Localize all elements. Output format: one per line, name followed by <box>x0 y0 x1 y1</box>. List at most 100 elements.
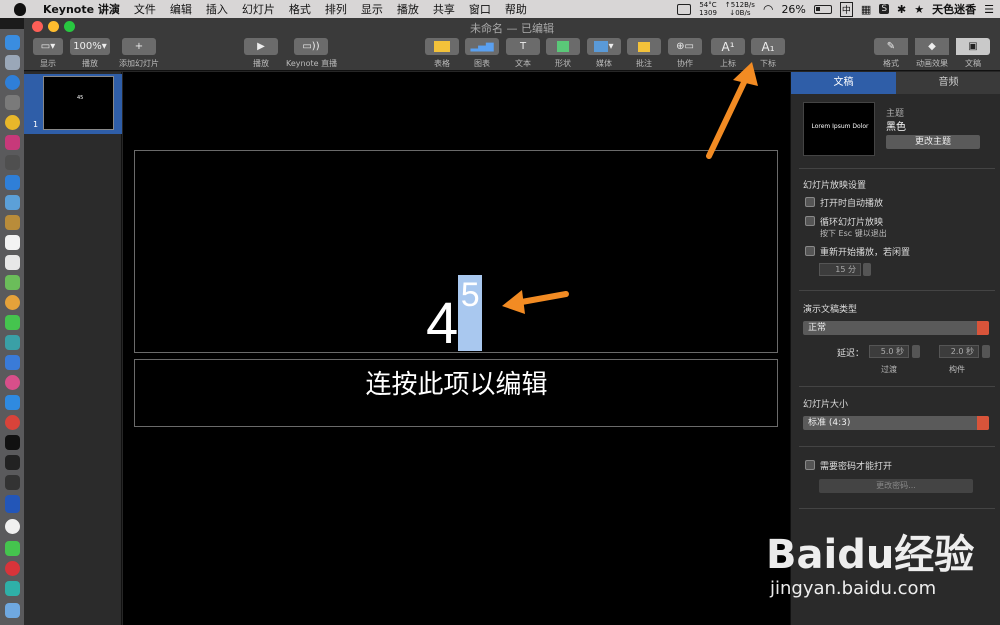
change-theme-button[interactable]: 更改主题 <box>886 135 980 149</box>
menu-arrange[interactable]: 排列 <box>318 1 354 17</box>
bluetooth-icon[interactable]: ✱ <box>897 3 906 16</box>
appstore-icon[interactable] <box>5 395 20 410</box>
add-slide-label: 添加幻灯片 <box>119 59 159 68</box>
menu-window[interactable]: 窗口 <box>462 1 498 17</box>
change-password-button[interactable]: 更改密码... <box>819 479 973 493</box>
autoplay-checkbox[interactable] <box>805 197 815 207</box>
calculator-icon[interactable] <box>5 155 20 170</box>
wechat-icon[interactable] <box>5 541 20 556</box>
qq-icon[interactable] <box>5 581 20 596</box>
animate-button[interactable]: ◆ <box>915 38 949 55</box>
idle-time-stepper[interactable] <box>863 263 871 276</box>
menu-share[interactable]: 共享 <box>426 1 462 17</box>
messages-icon[interactable] <box>5 315 20 330</box>
menu-format[interactable]: 格式 <box>282 1 318 17</box>
s-app-icon[interactable]: S <box>879 4 890 14</box>
menu-insert[interactable]: 插入 <box>199 1 235 17</box>
presentation-type-select[interactable]: 正常 <box>803 321 989 335</box>
preview-icon[interactable] <box>5 195 20 210</box>
keynote-icon[interactable] <box>5 355 20 370</box>
document-button[interactable]: ▣ <box>956 38 990 55</box>
music-icon[interactable] <box>5 135 20 150</box>
divider <box>799 386 995 387</box>
transition-delay-field[interactable]: 5.0 秒 <box>869 345 909 358</box>
superscript-button[interactable]: A¹ <box>711 38 745 55</box>
user-name[interactable]: 天色迷香 <box>932 1 976 17</box>
photos-icon[interactable] <box>5 295 20 310</box>
play-button[interactable]: ▶ <box>244 38 278 55</box>
activity-monitor-icon[interactable] <box>5 455 20 470</box>
menu-file[interactable]: 文件 <box>127 1 163 17</box>
keynote-live-button[interactable]: ▭)) <box>294 38 328 55</box>
vivaldi-icon[interactable] <box>5 415 20 430</box>
zoom-select[interactable]: 100% ▾ <box>70 38 110 55</box>
title-text-selected-superscript[interactable]: 5 <box>458 275 483 351</box>
body-placeholder[interactable]: 连按此项以编辑 <box>123 364 790 401</box>
reminders-icon[interactable] <box>5 255 20 270</box>
comment-button[interactable] <box>627 38 661 55</box>
folder-icon[interactable] <box>5 603 20 618</box>
build-delay-stepper[interactable] <box>982 345 990 358</box>
maps-icon[interactable] <box>5 275 20 290</box>
collab-control: ⊕▭ 协作 <box>668 38 702 69</box>
input-method-icon[interactable]: 中 <box>839 1 853 17</box>
console-icon[interactable] <box>5 475 20 490</box>
restart-checkbox[interactable] <box>805 246 815 256</box>
finder-icon[interactable] <box>5 35 20 50</box>
subscript-button[interactable]: A₁ <box>751 38 785 55</box>
wifi-icon[interactable]: ◠ <box>763 2 773 16</box>
password-checkbox[interactable] <box>805 460 815 470</box>
terminal-icon[interactable] <box>5 435 20 450</box>
shape-button[interactable] <box>546 38 580 55</box>
temperature-readout[interactable]: 54°C 1309 <box>699 1 717 17</box>
slide-thumbnail[interactable]: 45 <box>43 76 114 130</box>
itunes-icon[interactable] <box>5 375 20 390</box>
battery-icon[interactable] <box>813 4 832 14</box>
view-button[interactable]: ▭▾ <box>33 38 63 55</box>
chart-button[interactable]: ▂▄▆ <box>465 38 499 55</box>
menu-edit[interactable]: 编辑 <box>163 1 199 17</box>
facetime-icon[interactable] <box>5 335 20 350</box>
format-button[interactable]: ✎ <box>874 38 908 55</box>
display-icon[interactable] <box>677 3 692 15</box>
title-text[interactable]: 4 5 <box>426 273 483 356</box>
build-delay-field[interactable]: 2.0 秒 <box>939 345 979 358</box>
list-icon[interactable]: ☰ <box>984 3 994 16</box>
xcode-icon[interactable] <box>5 175 20 190</box>
collab-button[interactable]: ⊕▭ <box>668 38 702 55</box>
rocket-icon[interactable] <box>5 95 20 110</box>
transition-delay-stepper[interactable] <box>912 345 920 358</box>
menu-slide[interactable]: 幻灯片 <box>235 1 282 17</box>
netease-music-icon[interactable] <box>5 561 20 576</box>
slide-size-select[interactable]: 标准 (4:3) <box>803 416 989 430</box>
safari-icon[interactable] <box>5 75 20 90</box>
loop-checkbox[interactable] <box>805 216 815 226</box>
table-button[interactable] <box>425 38 459 55</box>
tab-audio[interactable]: 音频 <box>896 72 1000 94</box>
text-button[interactable]: T <box>506 38 540 55</box>
shape-icon <box>557 41 569 52</box>
slide-canvas[interactable]: 4 5 连按此项以编辑 <box>123 72 790 625</box>
apple-icon[interactable] <box>14 2 26 16</box>
tab-document[interactable]: 文稿 <box>791 72 896 94</box>
notes-icon[interactable] <box>5 215 20 230</box>
calendar-icon[interactable] <box>5 235 20 250</box>
add-slide-control: + 添加幻灯片 <box>118 38 160 69</box>
vpn-icon[interactable] <box>5 495 20 513</box>
menu-view[interactable]: 显示 <box>354 1 390 17</box>
idle-time-field[interactable]: 15 分 <box>819 263 861 276</box>
network-readout[interactable]: ↑512B/s ↓0B/s <box>725 1 755 17</box>
star-icon[interactable]: ★ <box>914 3 924 16</box>
watermark-url: jingyan.baidu.com <box>770 578 937 599</box>
theme-preview[interactable]: Lorem Ipsum Dolor <box>803 102 875 156</box>
grid-icon[interactable]: ▦ <box>861 3 871 16</box>
menu-app-name[interactable]: Keynote 讲演 <box>36 1 127 17</box>
launchpad-icon[interactable] <box>5 55 20 70</box>
yandex-icon[interactable] <box>5 519 20 534</box>
chrome-icon[interactable] <box>5 115 20 130</box>
menu-help[interactable]: 帮助 <box>498 1 534 17</box>
subscript-label: 下标 <box>760 59 776 68</box>
menu-play[interactable]: 播放 <box>390 1 426 17</box>
media-button[interactable]: ▾ <box>587 38 621 55</box>
add-slide-button[interactable]: + <box>122 38 156 55</box>
